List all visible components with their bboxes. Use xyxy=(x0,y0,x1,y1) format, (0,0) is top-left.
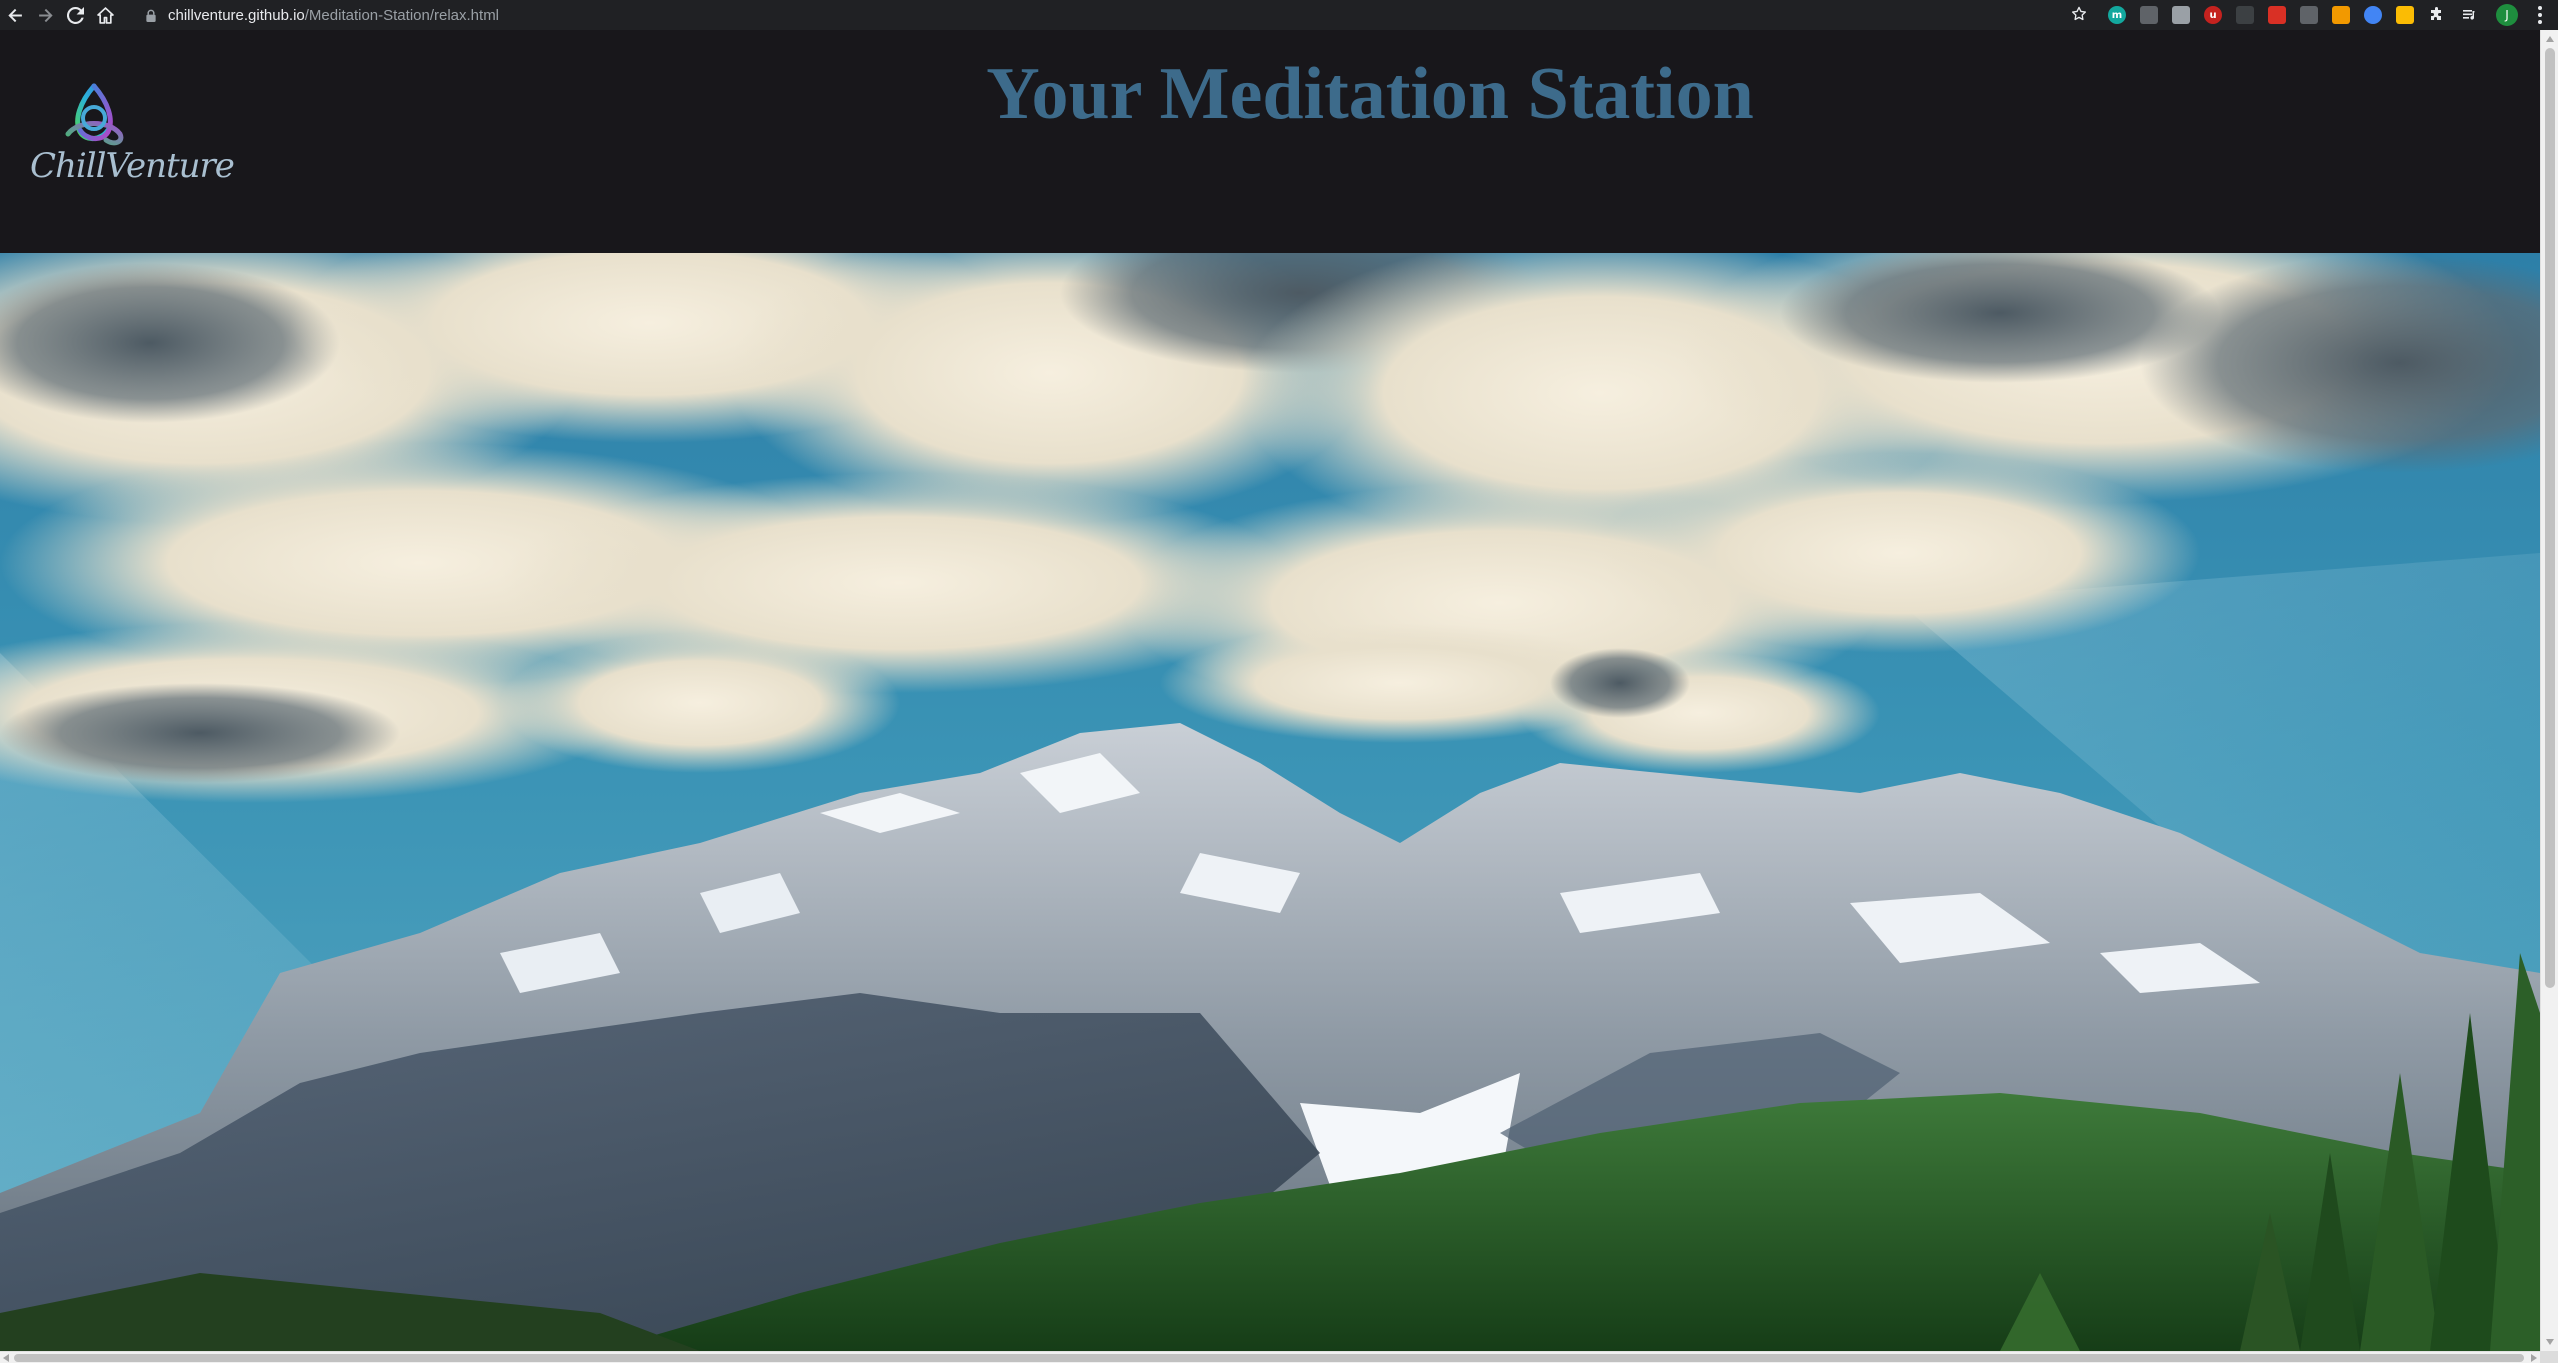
ublock-extension-icon[interactable]: u xyxy=(2204,6,2222,24)
lock-icon xyxy=(145,9,157,22)
url-text: chillventure.github.io/Meditation-Statio… xyxy=(168,7,499,24)
mountain-landscape-illustration xyxy=(0,253,2540,1351)
horizontal-scrollbar[interactable] xyxy=(0,1351,2540,1363)
url-path: /Meditation-Station/relax.html xyxy=(304,6,500,24)
scroll-left-arrow-icon[interactable] xyxy=(3,1354,9,1362)
doc-extension-icon[interactable] xyxy=(2172,6,2190,24)
reload-button[interactable] xyxy=(60,0,90,30)
home-icon xyxy=(96,6,114,24)
back-button[interactable] xyxy=(0,0,30,30)
vertical-scroll-thumb[interactable] xyxy=(2545,48,2555,988)
back-arrow-icon xyxy=(7,8,22,22)
logo-text: ChillVenture xyxy=(30,146,235,186)
bookmark-extension-icon[interactable] xyxy=(2268,6,2286,24)
scroll-right-arrow-icon[interactable] xyxy=(2531,1354,2537,1362)
browser-menu-icon[interactable] xyxy=(2530,4,2550,26)
browser-toolbar: chillventure.github.io/Meditation-Statio… xyxy=(0,0,2558,30)
snowflake-extension-icon[interactable] xyxy=(2364,6,2382,24)
extensions-row: mu xyxy=(2108,4,2478,26)
forward-button[interactable] xyxy=(30,0,60,30)
screen-extension-icon[interactable] xyxy=(2140,6,2158,24)
palette-extension-icon[interactable] xyxy=(2396,6,2414,24)
page-viewport: ChillVenture Your Meditation Station xyxy=(0,30,2558,1363)
vertical-scrollbar[interactable] xyxy=(2540,30,2558,1351)
scrollbar-corner xyxy=(2540,1351,2558,1363)
address-bar[interactable]: chillventure.github.io/Meditation-Statio… xyxy=(135,2,2096,28)
page-title: Your Meditation Station xyxy=(986,53,1754,135)
url-host: chillventure.github.io xyxy=(168,6,305,24)
profile-avatar[interactable]: J xyxy=(2496,4,2518,26)
forward-arrow-icon xyxy=(38,8,53,22)
home-button[interactable] xyxy=(90,0,120,30)
bookmark-star-icon[interactable] xyxy=(2070,5,2088,23)
diamond-extension-icon[interactable] xyxy=(2332,6,2350,24)
media-queue-icon[interactable] xyxy=(2460,6,2478,24)
scroll-down-arrow-icon[interactable] xyxy=(2546,1339,2554,1345)
video-extension-icon[interactable] xyxy=(2236,6,2254,24)
site-header: ChillVenture Your Meditation Station xyxy=(0,30,2540,253)
horizontal-scroll-thumb[interactable] xyxy=(14,1354,2524,1362)
scroll-up-arrow-icon[interactable] xyxy=(2546,36,2554,42)
mountain-hero-image xyxy=(0,253,2540,1351)
m-extension-icon[interactable]: m xyxy=(2108,6,2126,24)
extensions-puzzle-icon[interactable] xyxy=(2428,6,2446,24)
rocket-extension-icon[interactable] xyxy=(2300,6,2318,24)
reload-icon xyxy=(66,6,84,24)
